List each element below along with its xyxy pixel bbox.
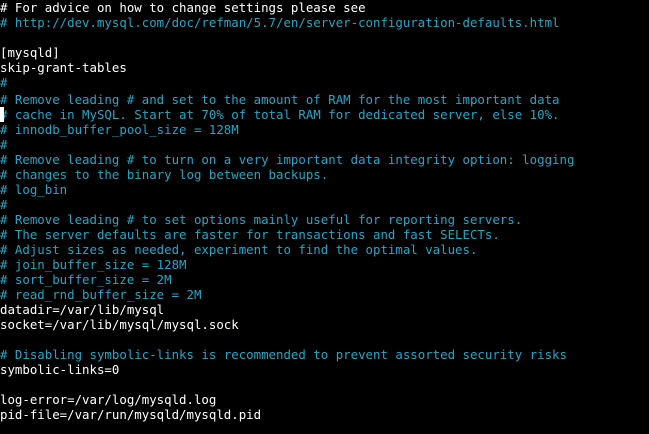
editor-line: # sort_buffer_size = 2M (0, 272, 172, 287)
editor-line: # read_rnd_buffer_size = 2M (0, 287, 202, 302)
editor-line: # log_bin (0, 182, 68, 197)
editor-line: symbolic-links=0 (0, 362, 120, 377)
editor-line: # Remove leading # and set to the amount… (0, 92, 560, 107)
editor-line: # innodb_buffer_pool_size = 128M (0, 122, 239, 137)
editor-line: # Remove leading # to turn on a very imp… (0, 152, 575, 167)
editor-line: # join_buffer_size = 128M (0, 257, 187, 272)
text-cursor (0, 107, 4, 122)
editor-line: # Remove leading # to set options mainly… (0, 212, 523, 227)
editor-line: # (0, 137, 8, 152)
editor-line: # The server defaults are faster for tra… (0, 227, 500, 242)
editor-line: # Disabling symbolic-links is recommende… (0, 347, 567, 362)
editor-line: # changes to the binary log between back… (0, 167, 329, 182)
editor-line: skip-grant-tables (0, 60, 127, 75)
editor-line: # For advice on how to change settings p… (0, 0, 366, 15)
editor-line: # Adjust sizes as needed, experiment to … (0, 242, 478, 257)
editor-line: log-error=/var/log/mysqld.log (0, 392, 217, 407)
editor-line: # (0, 75, 8, 90)
editor-line: [mysqld] (0, 45, 60, 60)
editor-line: # (0, 197, 8, 212)
editor-line: # http://dev.mysql.com/doc/refman/5.7/en… (0, 15, 560, 30)
editor-line: datadir=/var/lib/mysql (0, 302, 165, 317)
editor-line: pid-file=/var/run/mysqld/mysqld.pid (0, 407, 262, 422)
editor-line: # cache in MySQL. Start at 70% of total … (0, 107, 560, 122)
terminal-editor[interactable]: # For advice on how to change settings p… (0, 0, 649, 434)
editor-line: socket=/var/lib/mysql/mysql.sock (0, 317, 239, 332)
